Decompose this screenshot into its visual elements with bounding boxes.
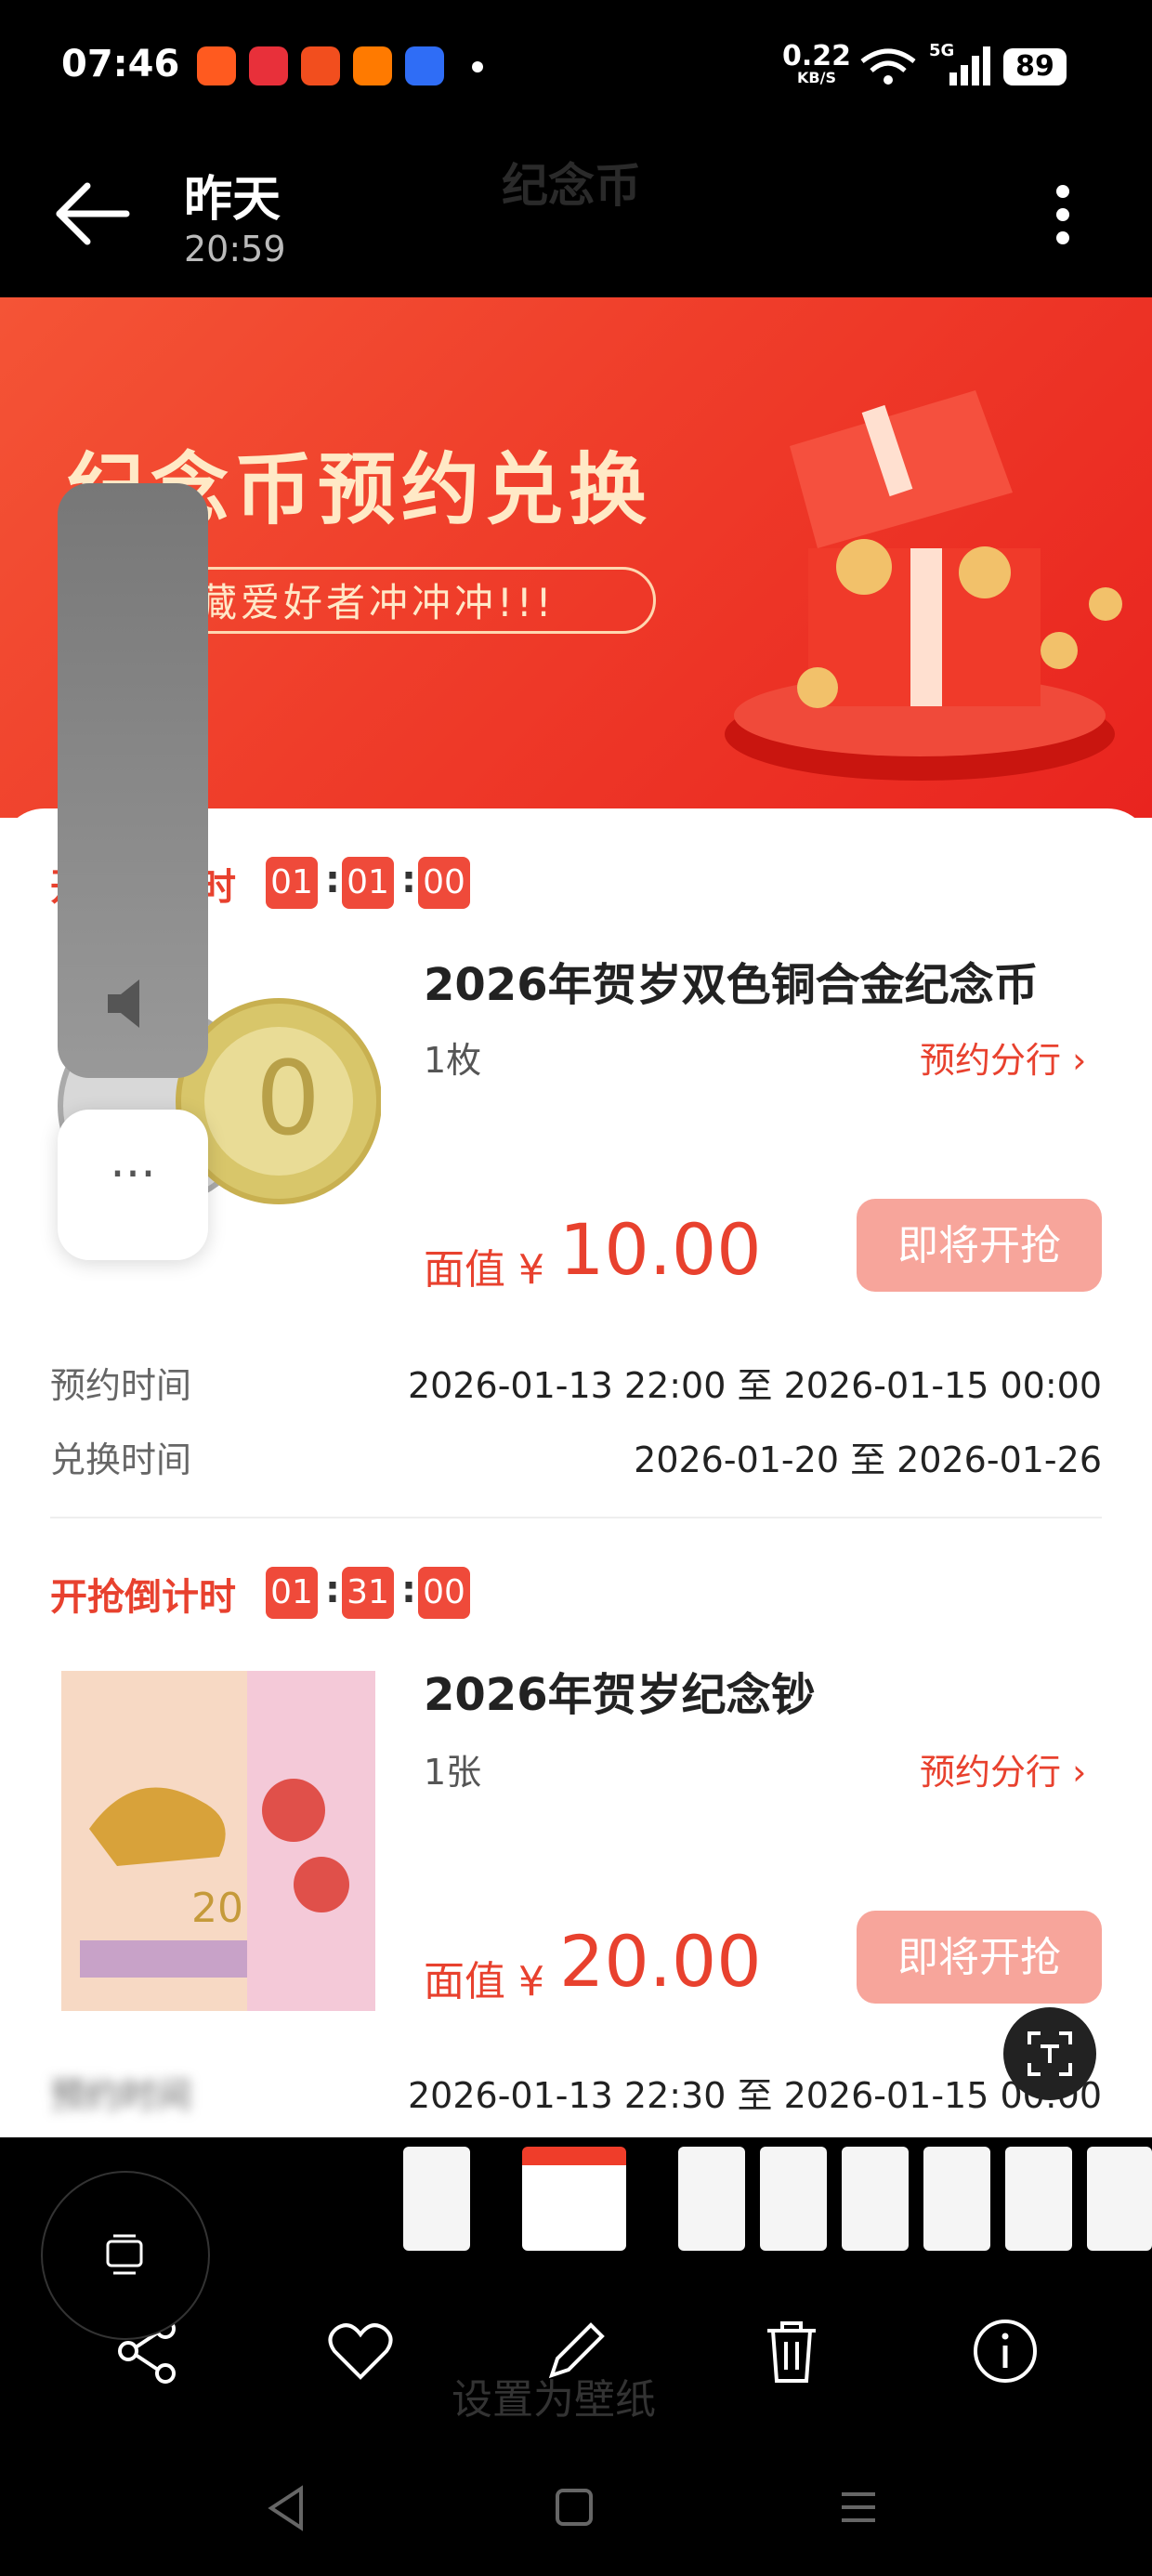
chevron-right-icon: › — [1072, 1752, 1087, 1793]
thumbnail[interactable] — [1005, 2147, 1072, 2251]
scan-text-button[interactable] — [1003, 2007, 1096, 2100]
countdown-seconds: 00 — [418, 857, 470, 909]
countdown-label: 开抢倒计时 — [50, 1576, 236, 1619]
grab-button[interactable]: 即将开抢 — [857, 1911, 1102, 2004]
branch-link[interactable]: 预约分行 › — [920, 1743, 1086, 1794]
trash-icon[interactable] — [754, 2314, 829, 2388]
reserve-time-value: 2026-01-13 22:00 至 2026-01-15 00:00 — [407, 1365, 1102, 1406]
countdown-hours: 01 — [266, 857, 318, 909]
status-time: 07:46 — [61, 43, 180, 85]
more-options-button[interactable]: ··· — [58, 1110, 208, 1260]
back-arrow-icon[interactable] — [50, 177, 134, 251]
branch-label: 预约分行 — [920, 1040, 1062, 1081]
taobao-icon — [301, 46, 340, 85]
divider — [50, 1517, 1102, 1518]
info-icon[interactable] — [968, 2314, 1042, 2388]
thumbnail-current[interactable] — [522, 2147, 626, 2251]
countdown-colon: : — [401, 1569, 416, 1611]
product-qty: 1枚 — [424, 1040, 482, 1081]
scan-icon — [1028, 2031, 1072, 2076]
price-label: 面值 ¥ — [424, 1958, 544, 2005]
thumbnail[interactable] — [1087, 2147, 1152, 2251]
recents-nav-icon[interactable] — [838, 2487, 879, 2528]
speaker-icon — [108, 979, 139, 1028]
header-time: 20:59 — [184, 229, 286, 269]
chevron-right-icon: › — [1072, 1040, 1087, 1081]
volume-slider[interactable] — [58, 483, 208, 1078]
countdown-hours: 01 — [266, 1567, 318, 1619]
floating-action-button[interactable] — [41, 2171, 210, 2340]
battery-icon: 89 — [1003, 48, 1067, 85]
header-title: 昨天 — [184, 172, 281, 228]
thumbnail[interactable] — [923, 2147, 990, 2251]
countdown-colon: : — [325, 859, 340, 901]
price-value: 20.00 — [559, 1920, 762, 2003]
thumbnail[interactable] — [403, 2147, 470, 2251]
gift-icon — [353, 46, 392, 85]
countdown-colon: : — [325, 1569, 340, 1611]
exchange-time-label: 兑换时间 — [50, 1439, 192, 1480]
svg-text:0: 0 — [255, 1039, 321, 1158]
back-nav-icon[interactable] — [266, 2485, 307, 2531]
branch-link[interactable]: 预约分行 › — [920, 1032, 1086, 1083]
net-speed: 0.22 KB/S — [782, 43, 851, 85]
thumbnail[interactable] — [678, 2147, 745, 2251]
banknote-image: 20 — [61, 1671, 375, 2011]
heart-icon[interactable] — [323, 2314, 398, 2388]
net-speed-value: 0.22 — [782, 40, 852, 72]
signal-icon — [949, 46, 990, 85]
reserve-time-value: 2026-01-13 22:30 至 2026-01-15 00:00 — [407, 2075, 1102, 2116]
countdown-minutes: 01 — [342, 857, 394, 909]
gift-box-icon — [725, 390, 1122, 781]
exchange-time-value: 2026-01-20 至 2026-01-26 — [634, 1439, 1102, 1480]
thumbnail[interactable] — [760, 2147, 827, 2251]
weibo-icon — [197, 46, 236, 85]
app-icon — [249, 46, 288, 85]
home-nav-icon[interactable] — [554, 2487, 595, 2528]
price-label: 面值 ¥ — [424, 1246, 544, 1294]
product-qty: 1张 — [424, 1752, 482, 1793]
branch-label: 预约分行 — [920, 1752, 1062, 1793]
ghost-title: 纪念币 — [502, 159, 641, 213]
edit-icon[interactable] — [539, 2314, 613, 2388]
screen-icon — [106, 2234, 143, 2275]
countdown-colon: : — [401, 859, 416, 901]
banner-subtitle: 藏爱好者冲冲冲!!! — [139, 567, 656, 634]
baidu-icon — [405, 46, 444, 85]
product-title: 2026年贺岁纪念钞 — [424, 1669, 816, 1721]
svg-text:20: 20 — [191, 1885, 243, 1932]
product-title: 2026年贺岁双色铜合金纪念币 — [424, 959, 1039, 1011]
grab-button[interactable]: 即将开抢 — [857, 1199, 1102, 1292]
more-menu-icon[interactable] — [1044, 182, 1081, 247]
reserve-time-label: 预约时间 — [50, 2075, 192, 2116]
countdown-minutes: 31 — [342, 1567, 394, 1619]
price-value: 10.00 — [559, 1208, 762, 1291]
wifi-icon — [860, 48, 916, 85]
reserve-time-label: 预约时间 — [50, 1365, 192, 1406]
net-speed-unit: KB/S — [797, 69, 836, 86]
countdown-seconds: 00 — [418, 1567, 470, 1619]
ellipsis-icon: ··· — [110, 1147, 156, 1203]
dot-icon — [472, 61, 483, 72]
thumbnail[interactable] — [842, 2147, 909, 2251]
